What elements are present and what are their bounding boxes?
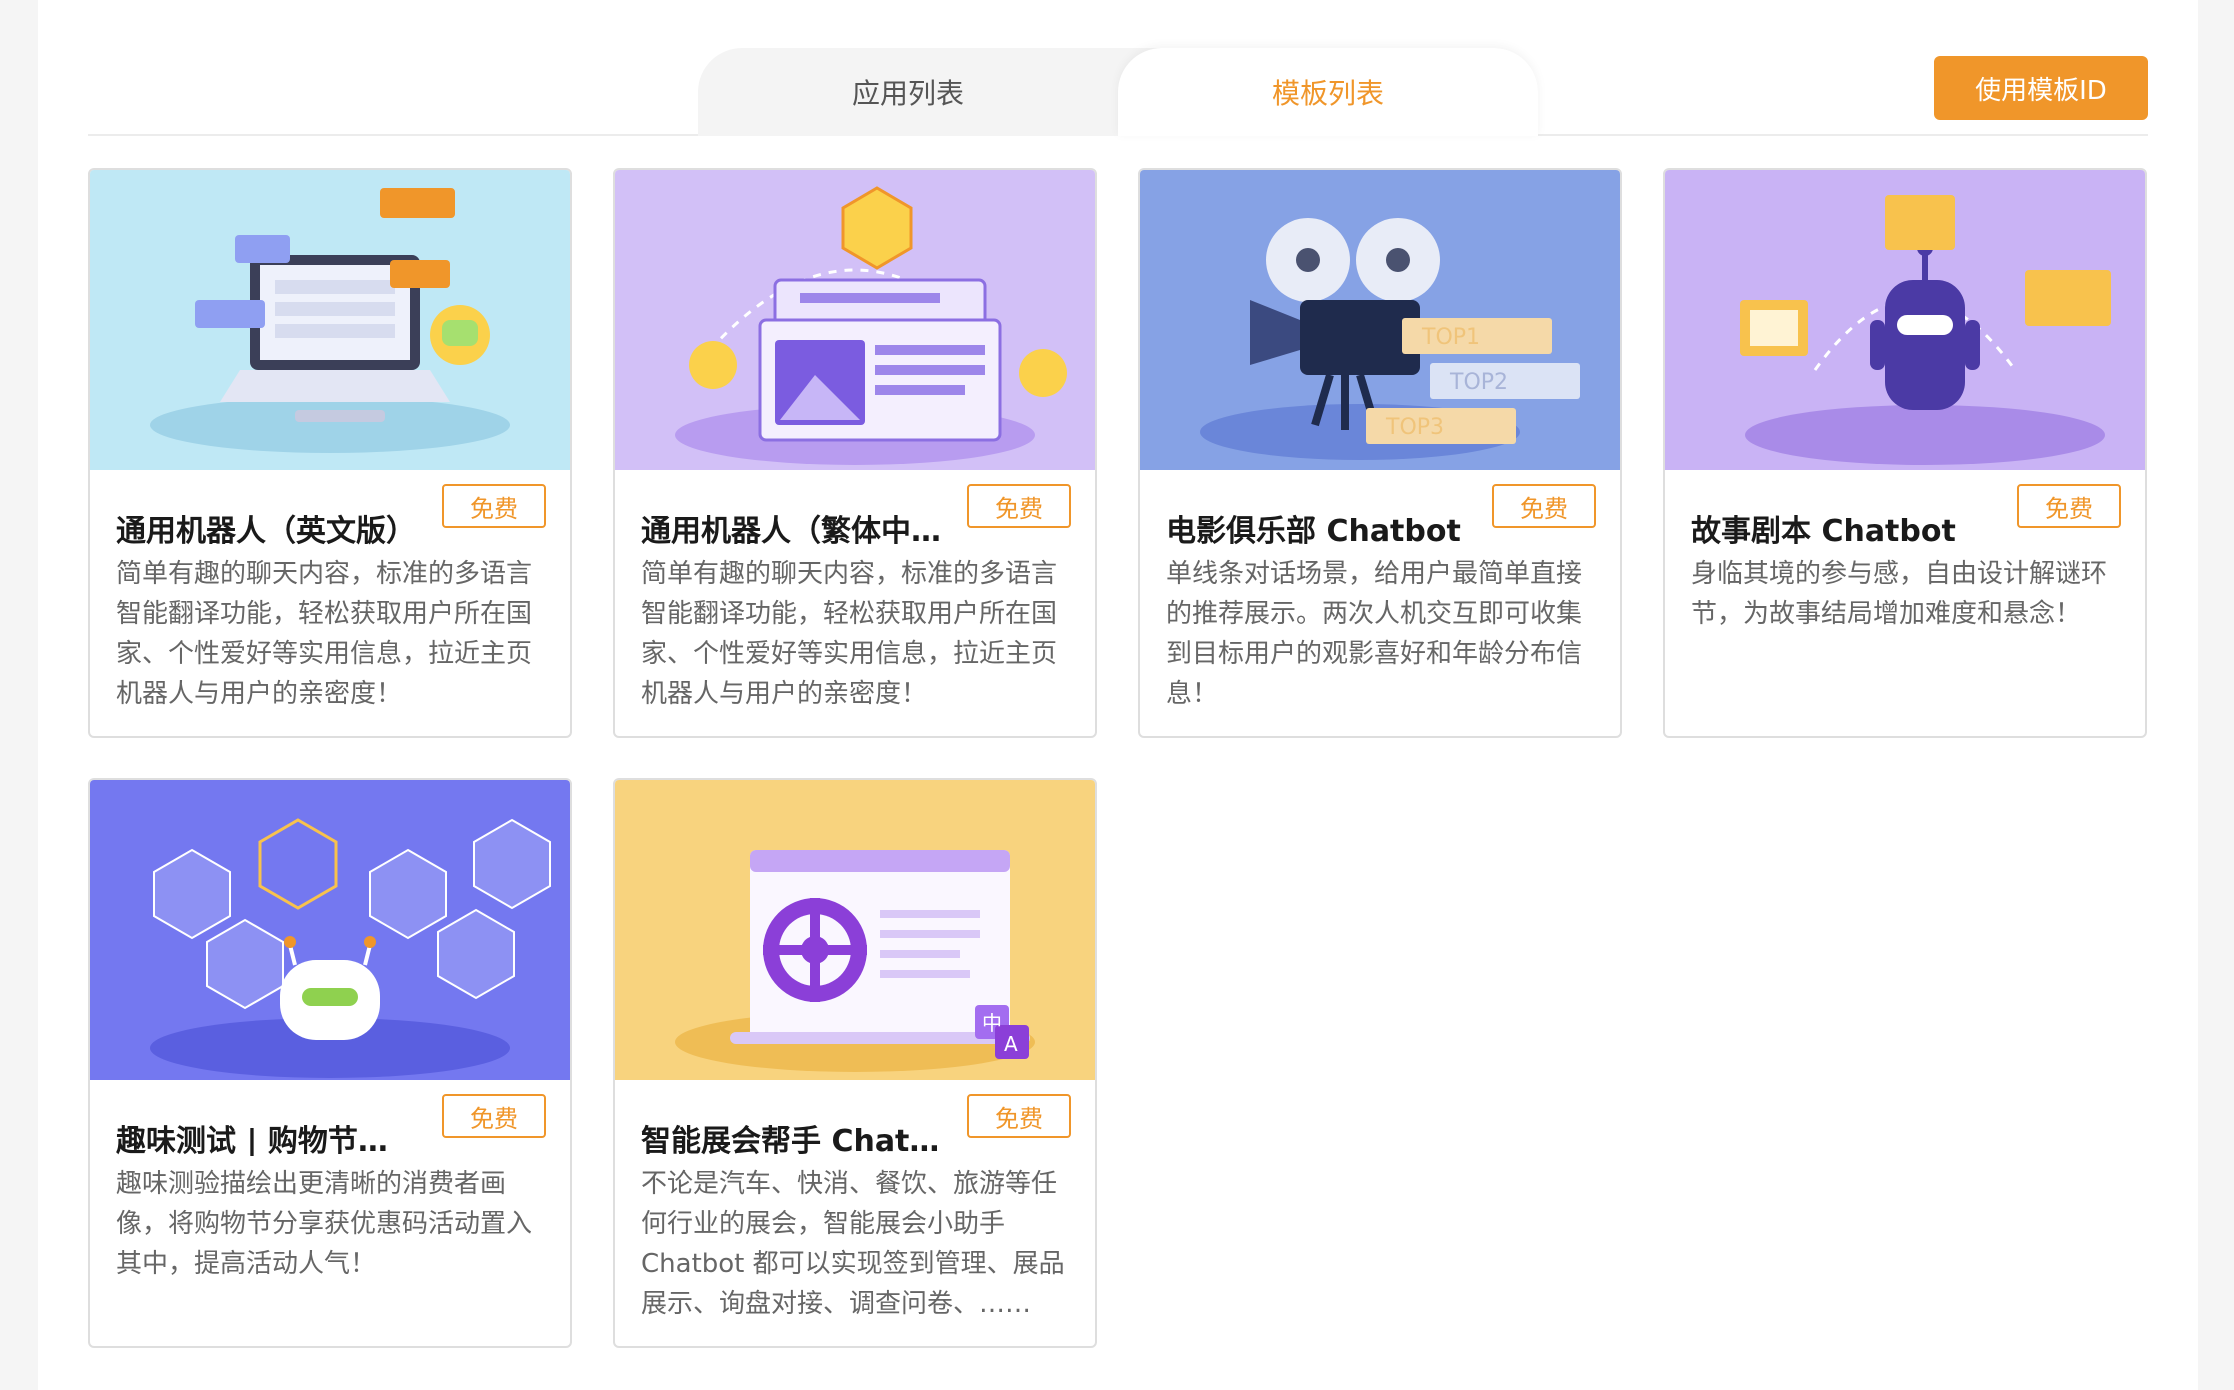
card-description: 趣味测验描绘出更清晰的消费者画像，将购物节分享获优惠码活动置入其中，提高活动人气… [116,1169,533,1279]
card-title: 趣味测试 | 购物节优惠码 [116,1124,416,1156]
game-robot-illustration [90,780,570,1080]
top3-label: TOP3 [1385,415,1444,440]
template-card[interactable]: 通用机器人（繁体中文版） 免费 简单有趣的聊天内容，标准的多语言智能翻译功能，轻… [613,168,1097,738]
zh-lang-badge: 中 [982,1011,1002,1035]
top2-label: TOP2 [1449,370,1508,395]
free-badge: 免费 [1492,484,1596,528]
wheel-window-illustration: 中 A [615,780,1095,1080]
free-badge: 免费 [442,484,546,528]
template-card[interactable]: 趣味测试 | 购物节优惠码 免费 趣味测验描绘出更清晰的消费者画像，将购物节分享… [88,778,572,1348]
template-card[interactable]: 中 A 智能展会帮手 Chatbot 免费 不论是汽车、快消、餐饮、旅游等任何行… [613,778,1097,1348]
en-lang-badge: A [1004,1032,1018,1056]
top-bar: 应用列表 模板列表 使用模板ID [88,48,2148,136]
card-title: 通用机器人（繁体中文版） [641,514,941,546]
tab-group: 应用列表 模板列表 [698,48,1538,136]
tab-app-list[interactable]: 应用列表 [698,48,1118,136]
free-badge: 免费 [967,484,1071,528]
card-description: 身临其境的参与感，自由设计解谜环节，为故事结局增加难度和悬念！ [1691,559,2108,629]
template-card[interactable]: 通用机器人（英文版） 免费 简单有趣的聊天内容，标准的多语言智能翻译功能，轻松获… [88,168,572,738]
use-template-id-button[interactable]: 使用模板ID [1934,56,2148,120]
card-title: 通用机器人（英文版） [116,514,416,546]
card-description: 简单有趣的聊天内容，标准的多语言智能翻译功能，轻松获取用户所在国家、个性爱好等实… [116,559,533,709]
free-badge: 免费 [442,1094,546,1138]
card-title: 智能展会帮手 Chatbot [641,1124,941,1156]
top1-label: TOP1 [1421,325,1480,350]
template-card[interactable]: TOP1 TOP2 TOP3 电影俱乐部 Chatbot 免费 单线条对话场景，… [1138,168,1622,738]
free-badge: 免费 [2017,484,2121,528]
card-description: 不论是汽车、快消、餐饮、旅游等任何行业的展会，智能展会小助手 Chatbot 都… [641,1169,1065,1319]
card-title: 电影俱乐部 Chatbot [1166,514,1461,546]
card-description: 简单有趣的聊天内容，标准的多语言智能翻译功能，轻松获取用户所在国家、个性爱好等实… [641,559,1058,709]
template-card[interactable]: 故事剧本 Chatbot 免费 身临其境的参与感，自由设计解谜环节，为故事结局增… [1663,168,2147,738]
laptop-chat-illustration [90,170,570,470]
tab-template-list[interactable]: 模板列表 [1118,48,1538,136]
card-title: 故事剧本 Chatbot [1691,514,1956,546]
free-badge: 免费 [967,1094,1071,1138]
movie-projector-illustration: TOP1 TOP2 TOP3 [1140,170,1620,470]
card-description: 单线条对话场景，给用户最简单直接的推荐展示。两次人机交互即可收集到目标用户的观影… [1166,559,1583,709]
profile-card-illustration [615,170,1095,470]
template-panel: 应用列表 模板列表 使用模板ID 通用机器人（英文版） 免费 简单有趣的聊天内容… [38,0,2198,1390]
story-robot-illustration [1665,170,2145,470]
